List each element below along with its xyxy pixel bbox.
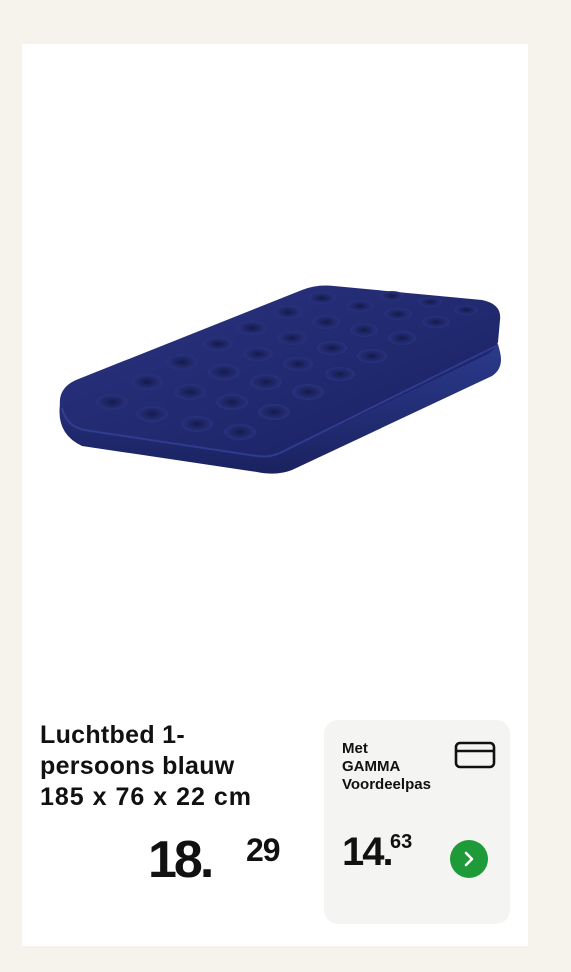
price-separator: .: [199, 831, 215, 889]
price-decimal: 29: [246, 832, 281, 868]
price-integer: 18: [148, 831, 203, 889]
title-line: Luchtbed 1-: [40, 721, 185, 749]
product-card[interactable]: Luchtbed 1- persoons blauw 185 x 76 x 22…: [22, 44, 528, 946]
offer-label-line: Met: [342, 740, 368, 757]
offer-label: Met GAMMA Voordeelpas: [342, 740, 431, 794]
loyalty-price: 14. 63: [342, 828, 412, 876]
product-title[interactable]: Luchtbed 1- persoons blauw 185 x 76 x 22…: [40, 720, 330, 813]
regular-price: 18. 29: [148, 830, 281, 900]
loyalty-card-offer[interactable]: Met GAMMA Voordeelpas 14. 63: [324, 720, 510, 924]
credit-card-icon: [454, 741, 496, 769]
product-image: [59, 285, 501, 474]
title-line: persoons blauw: [40, 752, 235, 780]
offer-label-line: Voordeelpas: [342, 776, 431, 793]
loyalty-price-integer: 14: [342, 830, 384, 874]
offer-label-line: GAMMA: [342, 758, 401, 775]
view-offer-button[interactable]: [450, 840, 488, 878]
loyalty-price-decimal: 63: [390, 831, 413, 853]
product-dimensions: 185 x 76 x 22 cm: [40, 783, 252, 811]
chevron-right-icon: [464, 851, 474, 867]
